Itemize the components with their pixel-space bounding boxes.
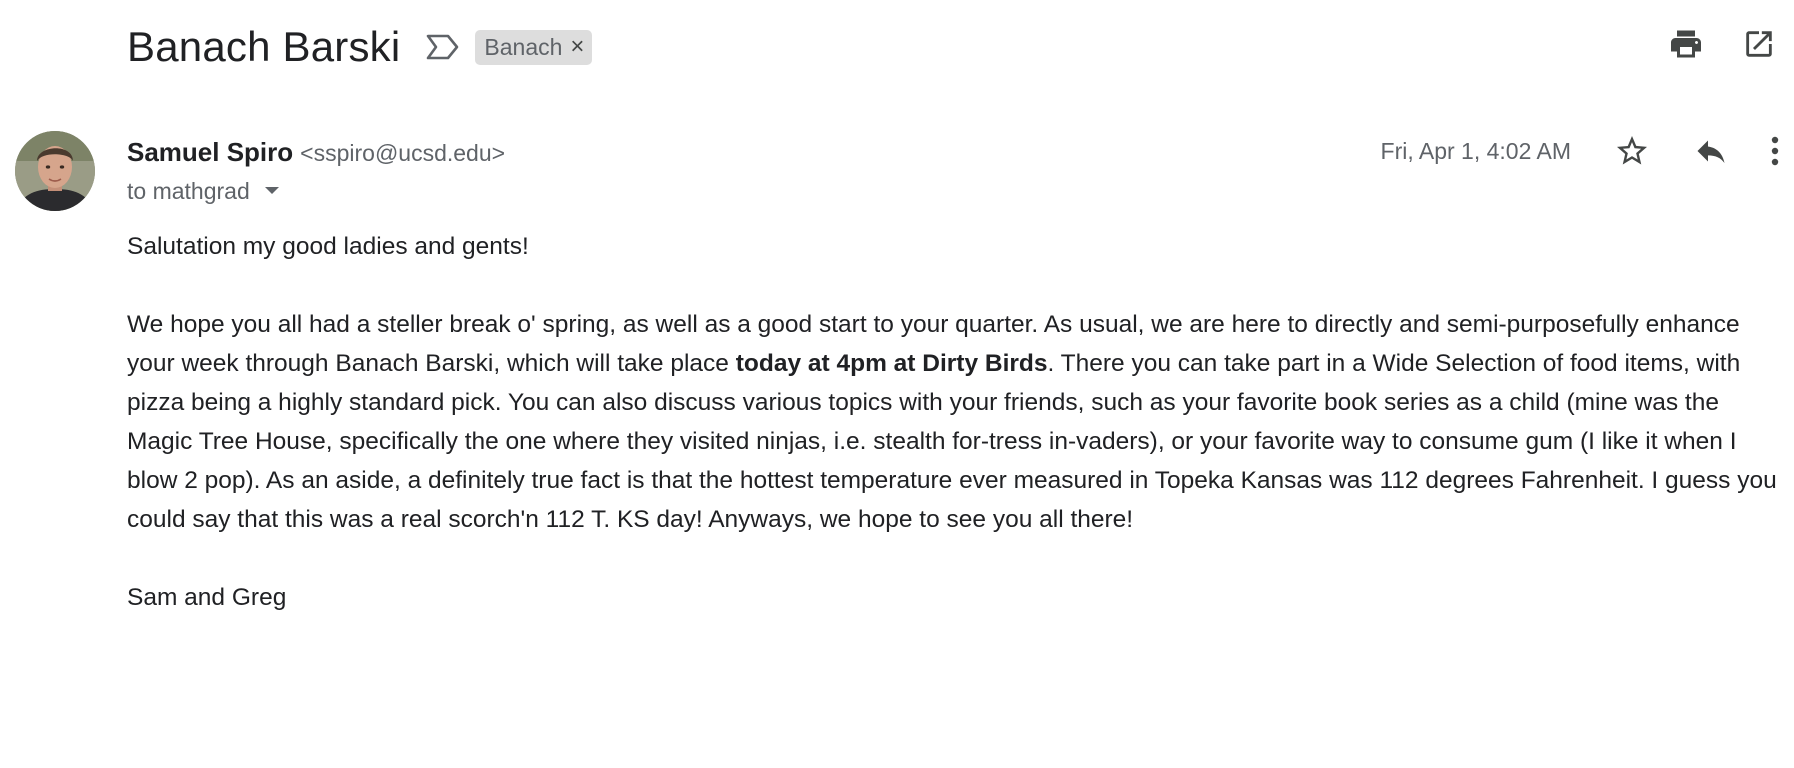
email-subject: Banach Barski — [127, 23, 401, 70]
remove-label-button[interactable]: × — [570, 35, 584, 59]
star-icon[interactable] — [1614, 133, 1650, 169]
main-paragraph: We hope you all had a steller break o' s… — [127, 305, 1787, 539]
more-vert-icon[interactable] — [1769, 135, 1781, 167]
thread-actions — [1668, 26, 1776, 62]
sender-email: <sspiro@ucsd.edu> — [300, 140, 506, 166]
reply-icon[interactable] — [1693, 133, 1729, 169]
label-chip-banach: Banach × — [475, 29, 593, 65]
sender-avatar[interactable] — [15, 131, 95, 211]
important-marker-icon[interactable] — [425, 31, 461, 63]
main-paragraph-continued: . There you can take part in a Wide Sele… — [127, 350, 1777, 533]
chevron-down-icon[interactable] — [264, 186, 280, 196]
signoff-paragraph: Sam and Greg — [127, 584, 287, 611]
message-body: Salutation my good ladies and gents! We … — [127, 227, 1787, 617]
print-icon[interactable] — [1668, 26, 1704, 62]
message-actions: Fri, Apr 1, 4:02 AM — [1381, 131, 1794, 171]
label-chip-text: Banach — [484, 33, 563, 60]
recipient-line: to mathgrad — [127, 173, 1794, 209]
email-view: Banach Barski Banach × Samuel Spiro <ssp… — [0, 0, 1794, 768]
message-timestamp: Fri, Apr 1, 4:02 AM — [1380, 137, 1571, 164]
recipient-text: to mathgrad — [127, 178, 250, 204]
greeting-paragraph: Salutation my good ladies and gents! — [127, 233, 529, 260]
event-details: today at 4pm at Dirty Birds — [735, 350, 1048, 377]
subject-row: Banach Barski Banach × — [127, 16, 593, 78]
sender-name[interactable]: Samuel Spiro — [127, 137, 293, 167]
open-in-new-window-icon[interactable] — [1742, 27, 1776, 61]
